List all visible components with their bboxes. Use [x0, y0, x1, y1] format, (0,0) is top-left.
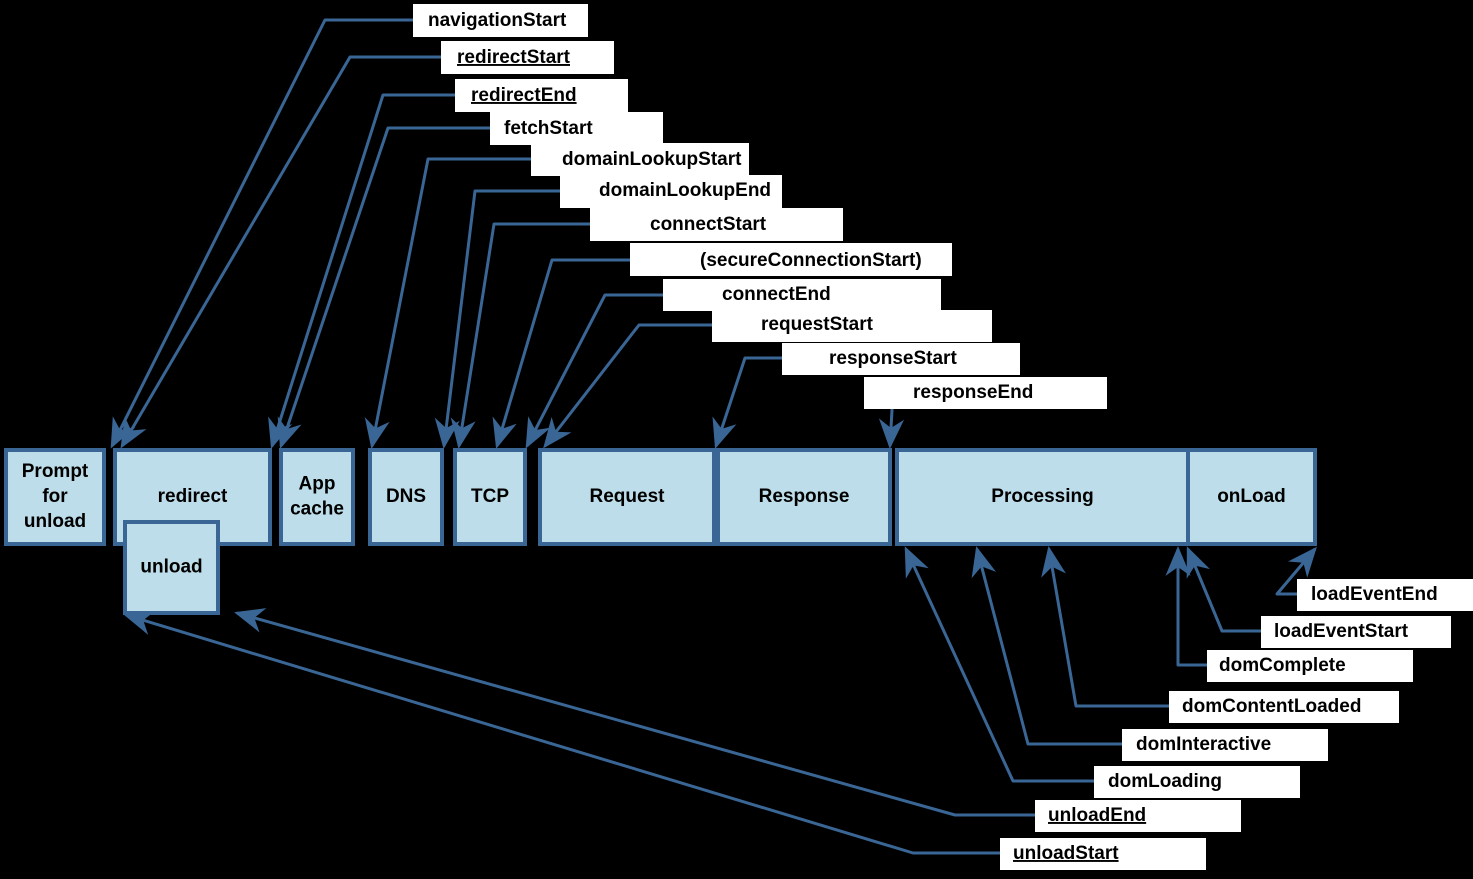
- milestone-domainLookupEnd[interactable]: domainLookupEnd: [560, 175, 782, 208]
- milestone-label-connectEnd: connectEnd: [722, 284, 831, 305]
- milestone-loadEventEnd[interactable]: loadEventEnd: [1297, 579, 1473, 611]
- milestone-label-domComplete: domComplete: [1219, 655, 1346, 676]
- milestone-domComplete[interactable]: domComplete: [1207, 650, 1413, 682]
- milestone-unloadStart[interactable]: unloadStart: [1000, 838, 1206, 870]
- milestone-label-responseEnd: responseEnd: [913, 382, 1033, 403]
- milestone-label-requestStart: requestStart: [761, 314, 874, 335]
- milestone-label-unloadStart: unloadStart: [1013, 843, 1119, 864]
- navigation-timing-diagram: Prompt for unload redirect unload App cache DNS…: [0, 0, 1473, 879]
- milestone-label-fetchStart: fetchStart: [504, 118, 593, 139]
- milestone-label-responseStart: responseStart: [829, 348, 957, 369]
- milestone-label-loadEventEnd: loadEventEnd: [1311, 584, 1438, 605]
- milestone-label-layer: navigationStart redirectStart redirectEnd f…: [413, 4, 1473, 870]
- milestone-label-unloadEnd: unloadEnd: [1048, 805, 1146, 826]
- milestone-unloadEnd[interactable]: unloadEnd: [1035, 800, 1241, 832]
- milestone-redirectEnd[interactable]: redirectEnd: [455, 79, 628, 112]
- milestone-domContentLoaded[interactable]: domContentLoaded: [1169, 691, 1399, 723]
- milestone-label-loadEventStart: loadEventStart: [1274, 621, 1409, 642]
- milestone-redirectStart[interactable]: redirectStart: [441, 41, 614, 74]
- milestone-label-navigationStart: navigationStart: [428, 10, 567, 31]
- milestone-fetchStart[interactable]: fetchStart: [490, 112, 663, 145]
- milestone-label-secureConnectionStart: (secureConnectionStart): [700, 250, 922, 271]
- milestone-label-domainLookupEnd: domainLookupEnd: [599, 180, 771, 201]
- milestone-secureConnectionStart[interactable]: (secureConnectionStart): [630, 243, 952, 276]
- milestone-domainLookupStart[interactable]: domainLookupStart: [531, 143, 749, 176]
- milestone-label-redirectEnd: redirectEnd: [471, 85, 577, 106]
- milestone-label-domainLookupStart: domainLookupStart: [562, 149, 742, 170]
- milestone-requestStart[interactable]: requestStart: [712, 310, 992, 342]
- milestone-connectEnd[interactable]: connectEnd: [663, 279, 941, 311]
- milestone-label-group: navigationStart redirectStart redirectEnd f…: [413, 4, 1473, 870]
- milestone-domLoading[interactable]: domLoading: [1094, 766, 1300, 798]
- milestone-connectStart[interactable]: connectStart: [590, 208, 843, 241]
- milestone-label-domContentLoaded: domContentLoaded: [1182, 696, 1361, 717]
- milestone-loadEventStart[interactable]: loadEventStart: [1261, 616, 1451, 648]
- milestone-responseEnd[interactable]: responseEnd: [864, 377, 1107, 409]
- milestone-label-domInteractive: domInteractive: [1136, 734, 1271, 755]
- milestone-navigationStart[interactable]: navigationStart: [413, 4, 588, 37]
- milestone-label-connectStart: connectStart: [650, 214, 767, 235]
- milestone-label-domLoading: domLoading: [1108, 771, 1222, 792]
- milestone-responseStart[interactable]: responseStart: [782, 343, 1020, 375]
- milestone-label-redirectStart: redirectStart: [457, 47, 571, 68]
- milestone-domInteractive[interactable]: domInteractive: [1122, 729, 1328, 761]
